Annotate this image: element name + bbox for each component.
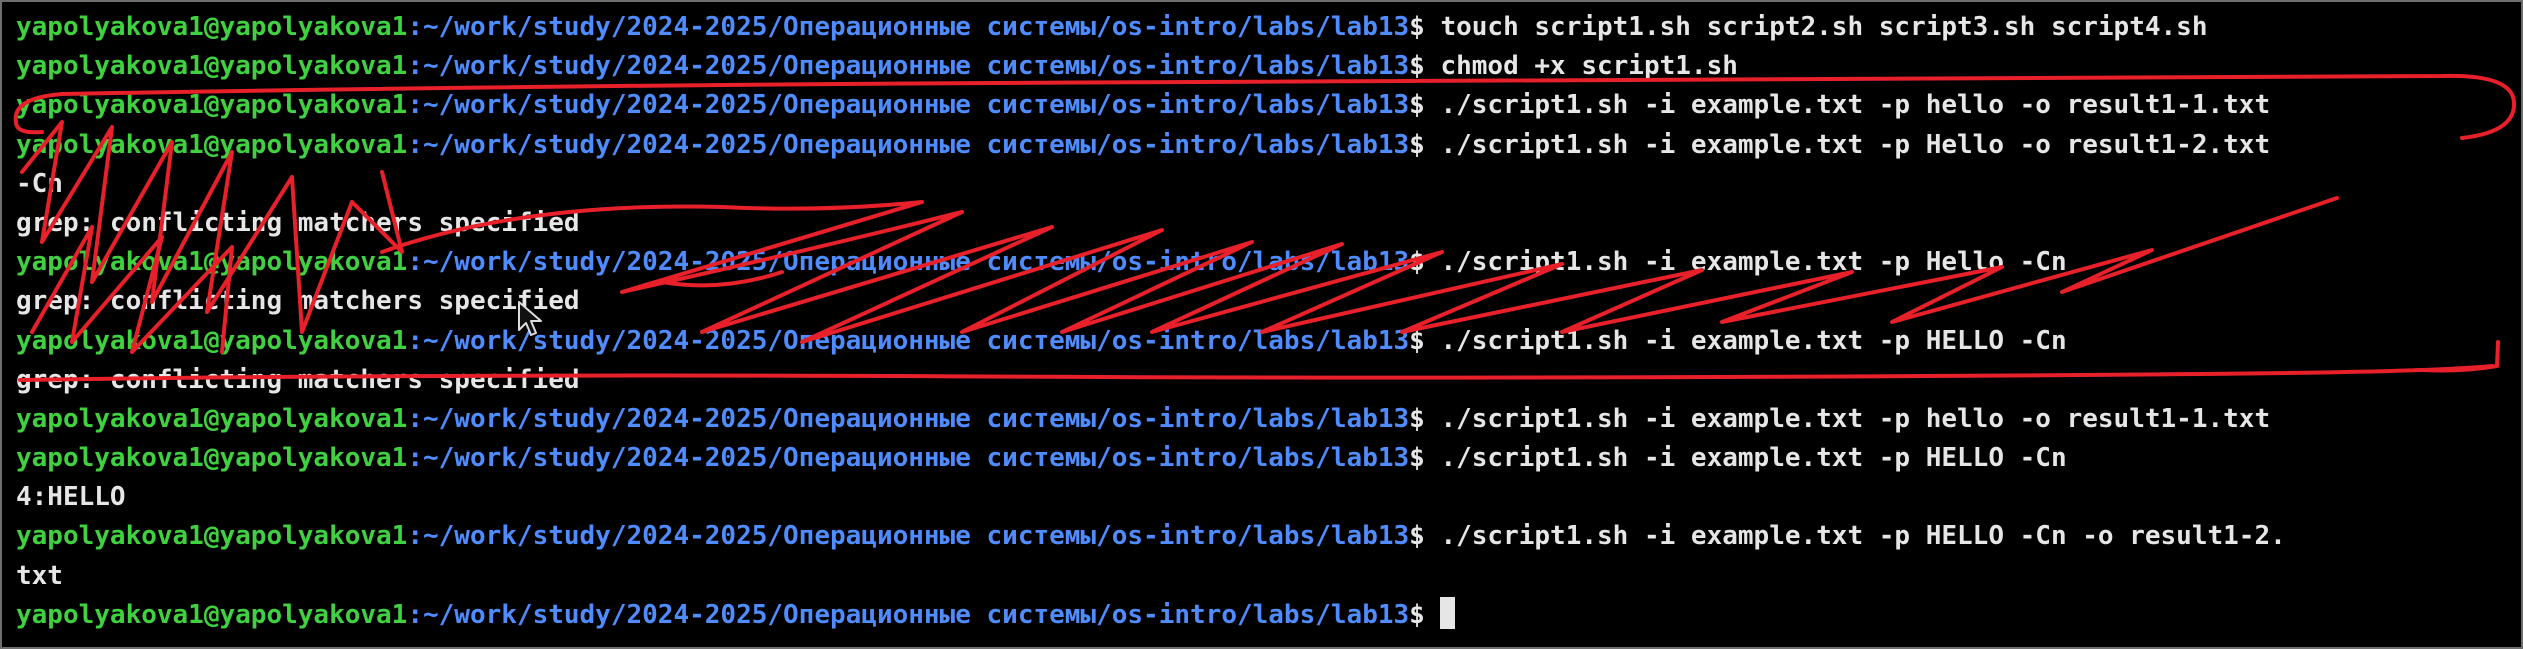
output-line: 4:HELLO [16,478,2513,517]
output-text: 4:HELLO [16,482,126,513]
prompt-path: :~/work/study/2024-2025/Операционные сис… [407,129,1410,160]
command-text: ./script1.sh -i example.txt -p HELLO -Cn… [1440,521,2286,552]
prompt-symbol: $ [1409,599,1441,630]
text-cursor[interactable] [1440,596,1456,629]
prompt-user-host: yapolyakova1@yapolyakova1 [16,51,408,82]
prompt-user-host: yapolyakova1@yapolyakova1 [16,403,408,434]
prompt-user-host: yapolyakova1@yapolyakova1 [16,443,408,474]
prompt-line: yapolyakova1@yapolyakova1:~/work/study/2… [16,86,2513,125]
command-text: ./script1.sh -i example.txt -p HELLO -Cn [1440,325,2067,356]
prompt-path: :~/work/study/2024-2025/Операционные сис… [407,443,1410,474]
output-line: txt [16,557,2513,596]
output-text: grep: conflicting matchers specified [16,364,580,395]
prompt-line: yapolyakova1@yapolyakova1:~/work/study/2… [16,596,2513,635]
command-text: ./script1.sh -i example.txt -p HELLO -Cn [1440,443,2067,474]
prompt-line: yapolyakova1@yapolyakova1:~/work/study/2… [16,322,2513,361]
output-line: -Cn [16,165,2513,204]
prompt-path: :~/work/study/2024-2025/Операционные сис… [407,12,1410,42]
command-text: touch script1.sh script2.sh script3.sh s… [1440,12,2208,42]
prompt-symbol: $ [1409,403,1441,434]
prompt-symbol: $ [1409,90,1441,121]
prompt-line: yapolyakova1@yapolyakova1:~/work/study/2… [16,400,2513,439]
prompt-user-host: yapolyakova1@yapolyakova1 [16,90,408,121]
output-line: grep: conflicting matchers specified [16,361,2513,400]
prompt-path: :~/work/study/2024-2025/Операционные сис… [407,325,1410,356]
prompt-line: yapolyakova1@yapolyakova1:~/work/study/2… [16,8,2513,47]
prompt-user-host: yapolyakova1@yapolyakova1 [16,247,408,278]
prompt-path: :~/work/study/2024-2025/Операционные сис… [407,403,1410,434]
prompt-path: :~/work/study/2024-2025/Операционные сис… [407,247,1410,278]
command-text: ./script1.sh -i example.txt -p Hello -o … [1440,129,2271,160]
prompt-user-host: yapolyakova1@yapolyakova1 [16,12,408,42]
prompt-symbol: $ [1409,51,1441,82]
prompt-user-host: yapolyakova1@yapolyakova1 [16,521,408,552]
prompt-path: :~/work/study/2024-2025/Операционные сис… [407,51,1410,82]
output-text: txt [16,560,63,591]
prompt-symbol: $ [1409,521,1441,552]
prompt-path: :~/work/study/2024-2025/Операционные сис… [407,90,1410,121]
output-line: grep: conflicting matchers specified [16,204,2513,243]
output-text: -Cn [16,168,63,199]
prompt-line: yapolyakova1@yapolyakova1:~/work/study/2… [16,126,2513,165]
prompt-line: yapolyakova1@yapolyakova1:~/work/study/2… [16,439,2513,478]
prompt-symbol: $ [1409,325,1441,356]
terminal-window[interactable]: yapolyakova1@yapolyakova1:~/work/study/2… [0,0,2523,649]
prompt-path: :~/work/study/2024-2025/Операционные сис… [407,521,1410,552]
prompt-path: :~/work/study/2024-2025/Операционные сис… [407,599,1410,630]
terminal-output[interactable]: yapolyakova1@yapolyakova1:~/work/study/2… [16,8,2513,635]
command-text: ./script1.sh -i example.txt -p hello -o … [1440,403,2271,434]
command-text: chmod +x script1.sh [1440,51,1738,82]
command-text: ./script1.sh -i example.txt -p Hello -Cn [1440,247,2067,278]
mouse-pointer-icon [518,301,542,336]
output-text: grep: conflicting matchers specified [16,207,580,238]
prompt-line: yapolyakova1@yapolyakova1:~/work/study/2… [16,47,2513,86]
prompt-user-host: yapolyakova1@yapolyakova1 [16,599,408,630]
output-text: grep: conflicting matchers specified [16,286,580,317]
prompt-user-host: yapolyakova1@yapolyakova1 [16,325,408,356]
prompt-symbol: $ [1409,129,1441,160]
prompt-line: yapolyakova1@yapolyakova1:~/work/study/2… [16,517,2513,556]
prompt-line: yapolyakova1@yapolyakova1:~/work/study/2… [16,243,2513,282]
prompt-symbol: $ [1409,12,1441,42]
command-text: ./script1.sh -i example.txt -p hello -o … [1440,90,2271,121]
prompt-symbol: $ [1409,443,1441,474]
output-line: grep: conflicting matchers specified [16,282,2513,321]
prompt-user-host: yapolyakova1@yapolyakova1 [16,129,408,160]
prompt-symbol: $ [1409,247,1441,278]
